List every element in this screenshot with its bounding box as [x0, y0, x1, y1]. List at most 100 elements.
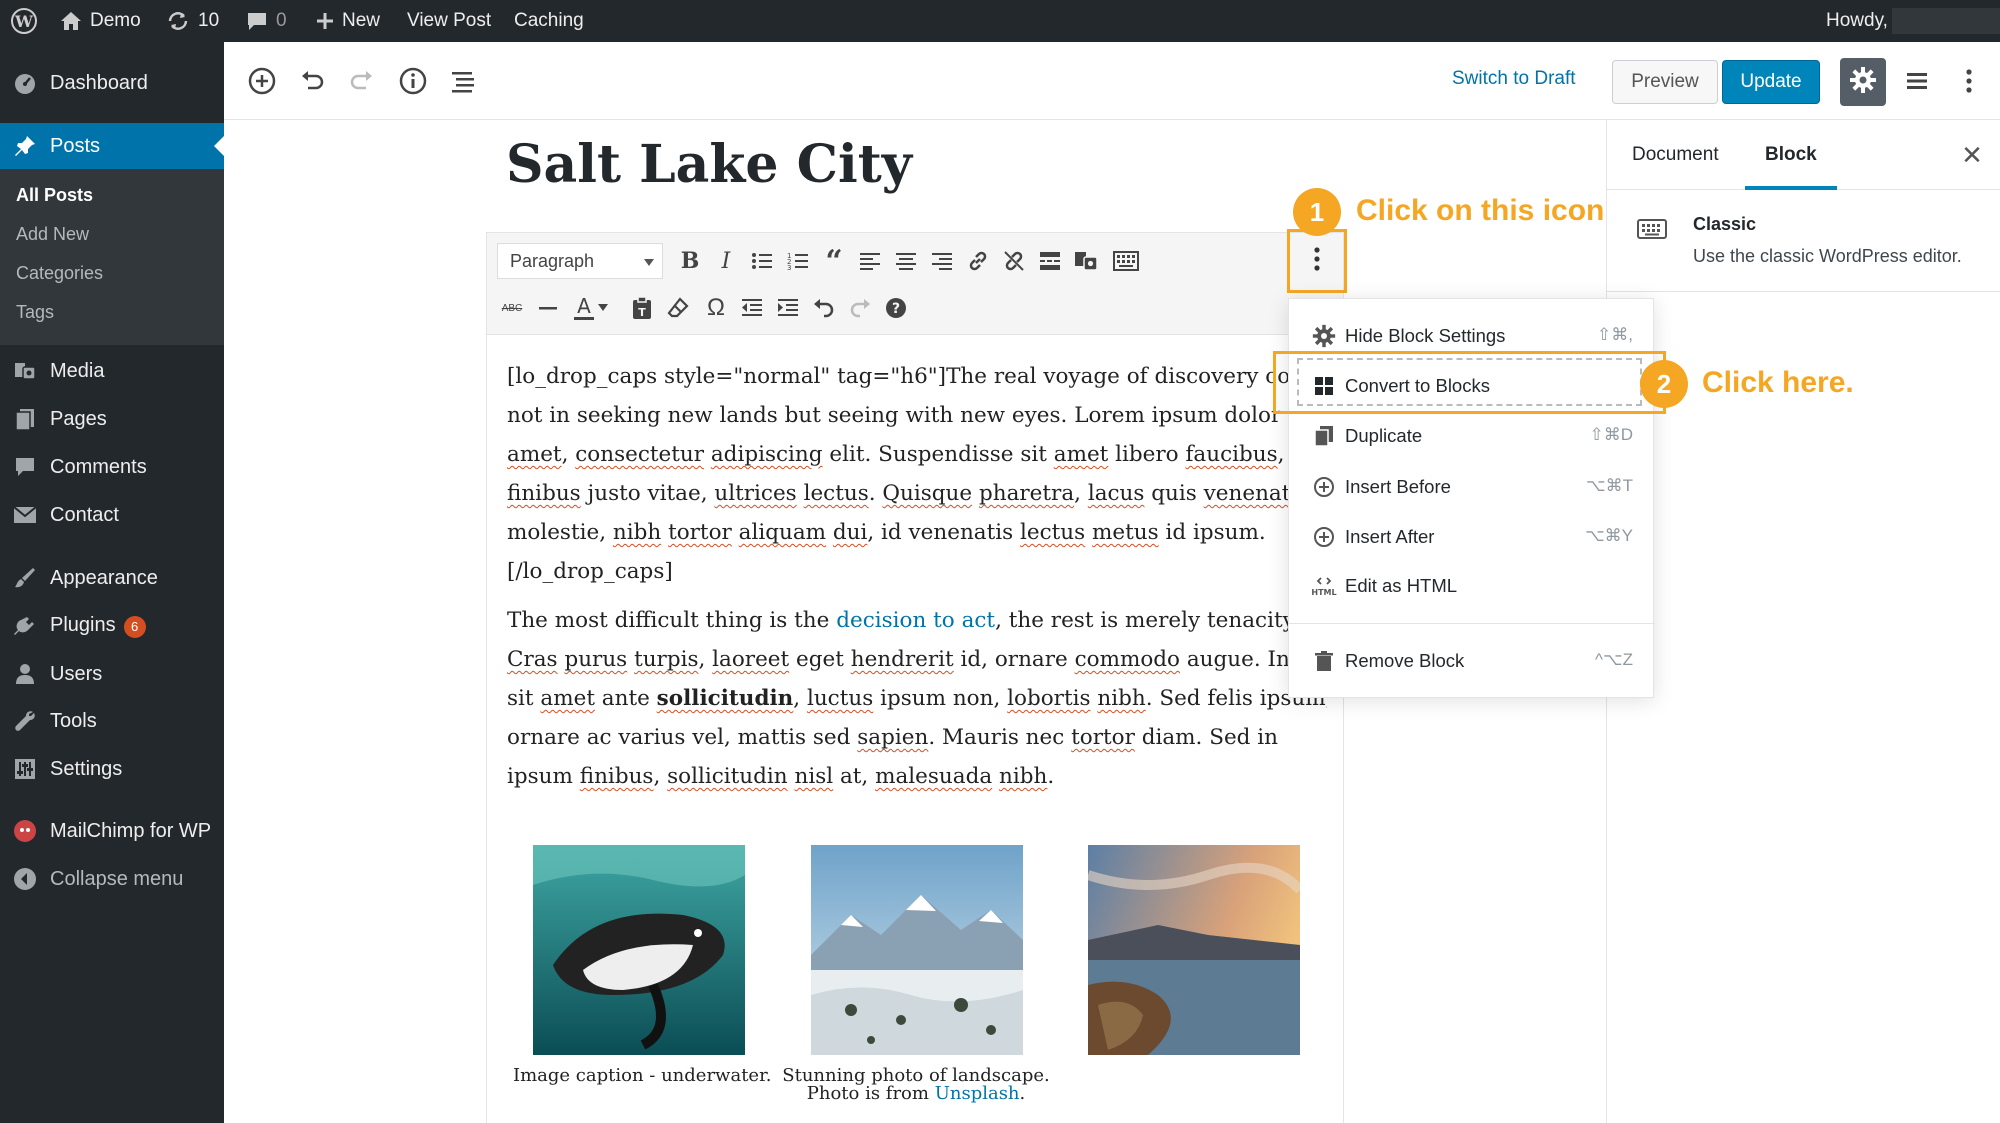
add-block-icon[interactable]	[245, 64, 279, 98]
menu-edit-as-html[interactable]: HTML Edit as HTML	[1289, 561, 1655, 611]
plus-icon	[316, 12, 334, 30]
align-right-icon[interactable]	[925, 244, 959, 278]
howdy-link[interactable]: Howdy,	[1826, 0, 1888, 42]
read-more-icon[interactable]	[1033, 244, 1067, 278]
menu-insert-before[interactable]: Insert Before ⌥⌘T	[1289, 462, 1655, 512]
menu-plugins[interactable]: Plugins 6	[0, 603, 224, 649]
menu-remove-block[interactable]: Remove Block ^⌥Z	[1289, 636, 1655, 686]
bullet-list-icon[interactable]	[745, 244, 779, 278]
toolbar-redo-icon[interactable]	[843, 291, 877, 325]
menu-posts[interactable]: Posts	[0, 123, 224, 169]
submenu-all-posts[interactable]: All Posts	[16, 185, 93, 206]
settings-gear-button[interactable]	[1840, 58, 1886, 106]
block-card-description: Use the classic WordPress editor.	[1693, 246, 1962, 266]
block-more-options-button[interactable]	[1287, 229, 1347, 293]
tab-block[interactable]: Block	[1745, 120, 1837, 190]
wordpress-logo-icon[interactable]: W	[10, 0, 38, 42]
info-icon[interactable]	[396, 64, 430, 98]
more-tools-vertical-ellipsis-icon[interactable]	[1952, 64, 1986, 98]
p2-line4-e: diam. Sed in	[1134, 725, 1278, 750]
menu-settings[interactable]: Settings	[0, 746, 224, 792]
clear-formatting-eraser-icon[interactable]	[661, 291, 695, 325]
submenu-categories[interactable]: Categories	[16, 263, 103, 284]
submenu-tags[interactable]: Tags	[16, 302, 54, 323]
submenu-add-new[interactable]: Add New	[16, 224, 89, 245]
undo-icon[interactable]	[295, 64, 329, 98]
comments-link[interactable]: 0	[246, 0, 287, 42]
edit-as-html-label: Edit as HTML	[1345, 575, 1458, 596]
blockquote-icon[interactable]: “	[817, 244, 851, 279]
insert-after-label: Insert After	[1345, 526, 1435, 547]
menu-tools[interactable]: Tools	[0, 698, 224, 744]
menu-users[interactable]: Users	[0, 651, 224, 697]
site-name-link[interactable]: Demo	[60, 0, 141, 42]
menu-mailchimp[interactable]: MailChimp for WP	[0, 808, 224, 854]
menu-contact[interactable]: Contact	[0, 492, 224, 538]
insert-link-icon[interactable]	[961, 244, 995, 278]
p2-line5-c: ,	[653, 764, 668, 789]
indent-icon[interactable]	[771, 291, 805, 325]
updates-link[interactable]: 10	[166, 0, 219, 42]
menu-insert-after[interactable]: Insert After ⌥⌘Y	[1289, 512, 1655, 562]
bold-icon[interactable]: B	[673, 244, 707, 278]
classic-editor-content[interactable]: [lo_drop_caps style="normal" tag="h6"]Th…	[507, 357, 1327, 806]
insert-media-icon[interactable]	[1069, 244, 1103, 278]
align-center-icon[interactable]	[889, 244, 923, 278]
menu-duplicate[interactable]: Duplicate ⇧⌘D	[1289, 411, 1655, 461]
decision-to-act-link[interactable]: decision to act	[836, 608, 995, 633]
outdent-icon[interactable]	[735, 291, 769, 325]
update-button[interactable]: Update	[1722, 60, 1820, 104]
mountain-landscape-image[interactable]	[811, 845, 1023, 1055]
preview-button[interactable]: Preview	[1612, 60, 1718, 104]
horizontal-line-icon[interactable]	[531, 291, 565, 325]
tab-document[interactable]: Document	[1632, 120, 1719, 190]
menu-media[interactable]: Media	[0, 348, 224, 394]
align-left-icon[interactable]	[853, 244, 887, 278]
special-character-omega-icon[interactable]: Ω	[699, 291, 733, 325]
redo-icon[interactable]	[345, 64, 379, 98]
view-post-link[interactable]: View Post	[407, 0, 491, 42]
p1-line5-a: molestie,	[507, 520, 613, 545]
refresh-icon	[166, 10, 190, 32]
menu-appearance[interactable]: Appearance	[0, 555, 224, 601]
text-color-dropdown-icon[interactable]	[593, 291, 613, 325]
html-icon: HTML	[1311, 573, 1337, 599]
plugins-menu-icon[interactable]	[1900, 64, 1934, 98]
switch-to-draft-button[interactable]: Switch to Draft	[1452, 68, 1576, 90]
p2-line4-c: . Mauris nec	[928, 725, 1072, 750]
close-sidebar-icon[interactable]: ✕	[1957, 140, 1987, 170]
italic-icon[interactable]: I	[709, 244, 743, 278]
menu-pages[interactable]: Pages	[0, 396, 224, 442]
caption-image-2: Stunning photo of landscape. Photo is fr…	[751, 1067, 1081, 1103]
keyboard-shortcuts-help-icon[interactable]: ?	[879, 291, 913, 325]
penguin-underwater-image[interactable]	[533, 845, 745, 1055]
classic-block[interactable]: Paragraph B I 123 “ ABC A T Ω ? [lo_drop…	[486, 232, 1344, 1123]
caching-link[interactable]: Caching	[514, 0, 584, 42]
hide-block-settings-label: Hide Block Settings	[1345, 325, 1506, 346]
toolbar-toggle-icon[interactable]	[1109, 244, 1143, 278]
format-select[interactable]: Paragraph	[497, 243, 663, 279]
p2-line4-d: tortor	[1071, 725, 1135, 750]
menu-comments[interactable]: Comments	[0, 444, 224, 490]
block-navigation-icon[interactable]	[446, 64, 480, 98]
user-name-redacted[interactable]	[1892, 8, 2000, 34]
toolbar-undo-icon[interactable]	[807, 291, 841, 325]
menu-plugins-label: Plugins 6	[50, 614, 146, 638]
unsplash-link[interactable]: Unsplash	[935, 1083, 1020, 1104]
new-content-link[interactable]: New	[316, 0, 380, 42]
p2-line3-b: amet	[540, 686, 595, 711]
p1-line4-b: justo vitae,	[580, 481, 715, 506]
collapse-menu-button[interactable]: Collapse menu	[0, 856, 224, 902]
coastal-sunset-image[interactable]	[1088, 845, 1300, 1055]
numbered-list-icon[interactable]: 123	[781, 244, 815, 278]
new-label: New	[342, 10, 381, 31]
strikethrough-icon[interactable]: ABC	[495, 291, 529, 325]
menu-dashboard[interactable]: Dashboard	[0, 60, 224, 106]
p2-line5-f: nisl	[794, 764, 834, 789]
p2-line2-c: purus	[564, 647, 628, 672]
paste-as-text-icon[interactable]: T	[625, 291, 659, 325]
collapse-menu-label: Collapse menu	[50, 867, 184, 890]
post-title[interactable]: Salt Lake City	[506, 134, 912, 195]
view-post-label: View Post	[407, 10, 492, 31]
unlink-icon[interactable]	[997, 244, 1031, 278]
